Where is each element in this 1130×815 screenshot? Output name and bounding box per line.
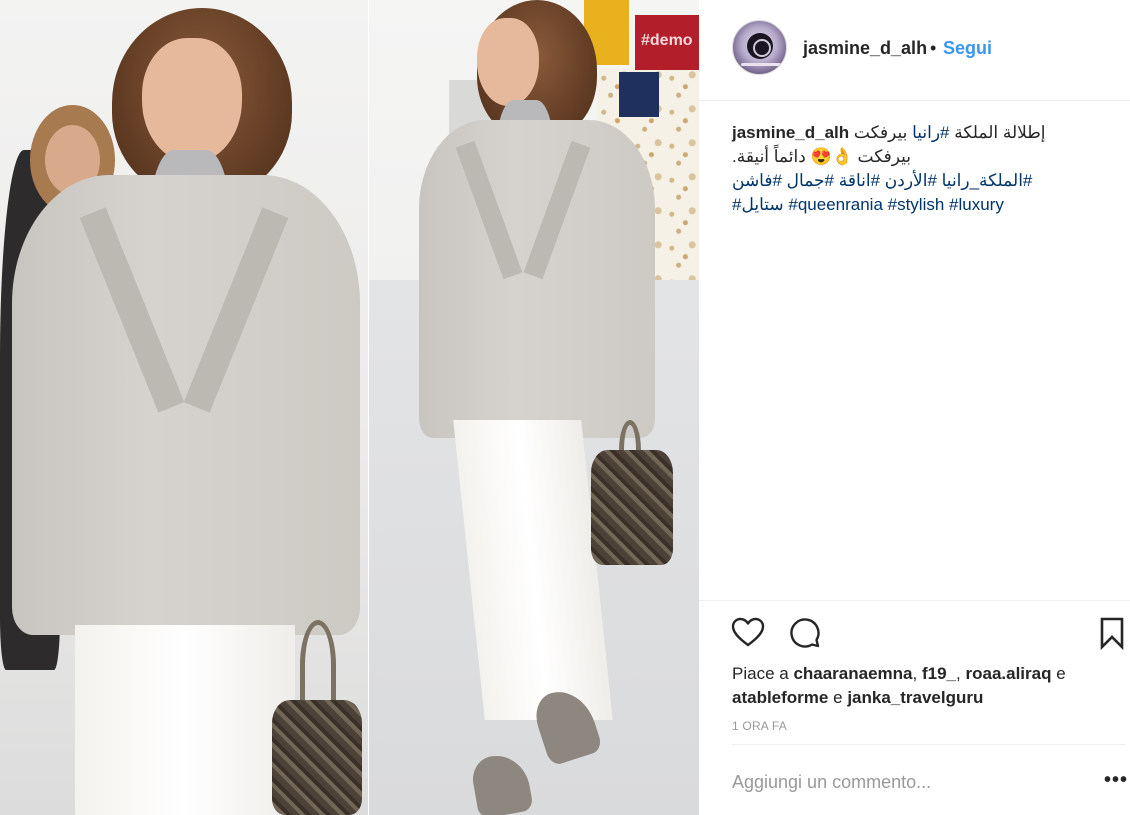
background-navy-panel (619, 72, 659, 117)
post-timestamp[interactable]: 1 ORA FA (732, 719, 787, 733)
figure-blazer (419, 120, 655, 438)
avatar[interactable] (732, 20, 787, 75)
figure-pants (75, 625, 295, 815)
post-sidebar: jasmine_d_alh • Segui jasmine_d_alh إطلا… (699, 0, 1130, 815)
caption-line-1: jasmine_d_alh إطلالة الملكة #رانيا بيرفك… (732, 121, 1046, 145)
caption-line-4: #ستايل #queenrania #stylish #luxury (732, 193, 1004, 217)
post-actions (699, 600, 1130, 660)
header-separator: • (930, 38, 937, 58)
figure-face (477, 18, 539, 106)
bag-strap (300, 620, 336, 710)
more-options-icon[interactable]: ••• (1104, 770, 1128, 790)
comment-input[interactable] (732, 767, 1072, 797)
photo-right-panel: #demo (369, 0, 699, 815)
liker-link[interactable]: chaaranaemna (793, 664, 912, 683)
figure-face (142, 38, 242, 163)
caption-username-link[interactable]: jasmine_d_alh (732, 123, 849, 142)
avatar-logo-icon (747, 33, 773, 59)
likes-comma: , (956, 664, 961, 683)
bookmark-icon[interactable] (1096, 616, 1130, 650)
hashtag-line[interactable]: #الملكة_رانيا #الأردن #اناقة #جمال #فاشن (732, 169, 1032, 193)
caption-text-start: إطلالة الملكة (949, 123, 1046, 142)
heart-icon[interactable] (731, 616, 765, 650)
likes-prefix: Piace a (732, 664, 789, 683)
handbag (272, 700, 362, 815)
photo-left-panel (0, 0, 368, 815)
handbag (591, 450, 673, 565)
figure-blazer (12, 175, 360, 635)
likes-summary: Piace a chaaranaemna, f19_, roaa.aliraq … (732, 662, 1112, 710)
follow-button[interactable]: Segui (943, 38, 992, 59)
comment-form: ••• (732, 744, 1128, 815)
caption-line-2: بيرفكت 👌😍 دائماً أنيقة. (732, 147, 912, 166)
liker-link[interactable]: janka_travelguru (847, 688, 983, 707)
caption-text: إطلالة الملكة #رانيا بيرفكت (854, 123, 1046, 142)
liker-link[interactable]: f19_ (922, 664, 956, 683)
comment-icon[interactable] (788, 616, 822, 650)
post-photo[interactable]: #demo (0, 0, 699, 815)
background-sign-text: #demo (641, 32, 693, 49)
hashtag-link[interactable]: #رانيا (912, 123, 949, 142)
avatar-caption-mark (741, 63, 781, 66)
liker-link[interactable]: roaa.aliraq (965, 664, 1051, 683)
liker-link[interactable]: atableforme (732, 688, 828, 707)
hashtag-link[interactable]: #ستايل (732, 195, 784, 214)
likes-conjunction: e (833, 688, 843, 707)
hashtag-links[interactable]: #queenrania #stylish #luxury (788, 195, 1003, 214)
caption-text-end: بيرفكت (853, 123, 913, 142)
likes-conjunction: e (1056, 664, 1066, 683)
header-username-link[interactable]: jasmine_d_alh (803, 38, 927, 59)
post-header: jasmine_d_alh • Segui (699, 0, 1130, 101)
likes-comma: , (912, 664, 918, 683)
